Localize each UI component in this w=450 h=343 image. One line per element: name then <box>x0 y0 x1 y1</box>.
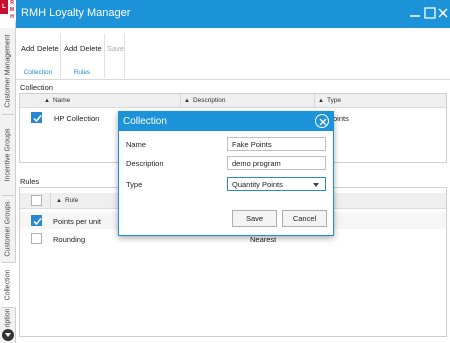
logo-letter-h: H <box>8 14 16 21</box>
cell-rule: Points per unit <box>53 217 101 226</box>
tab-label: Customer Management <box>4 34 12 108</box>
column-header-label: Description <box>192 97 226 104</box>
logo-letter-m: M <box>8 7 16 14</box>
delete-collection-button[interactable]: Delete <box>37 44 59 53</box>
cell-type: oints <box>333 114 349 123</box>
collection-section-title: Collection <box>20 83 53 92</box>
tab-description[interactable]: ription <box>0 308 16 328</box>
logo-letter-l: L <box>0 0 8 14</box>
close-window-button[interactable] <box>437 6 449 20</box>
column-header-label: Name <box>52 97 71 104</box>
ribbon-toolbar: Add Delete Collection Add Delete Rules S… <box>16 28 450 80</box>
select-all-checkbox[interactable] <box>31 195 42 206</box>
tab-label: Customer Groups <box>4 201 12 257</box>
dialog-close-button[interactable] <box>315 114 329 128</box>
dialog-save-button[interactable]: Save <box>232 210 277 227</box>
type-select[interactable]: Quantity Points <box>227 177 326 191</box>
tab-customer-management[interactable]: Customer Management <box>0 28 16 114</box>
tab-collection[interactable]: Collection <box>0 263 17 307</box>
save-button[interactable]: Save <box>107 44 124 53</box>
cell-name: HP Collection <box>54 114 100 123</box>
tab-label: ription <box>4 308 12 328</box>
column-header-name[interactable]: ▲ Name <box>44 97 70 104</box>
logo-letter-r: R <box>8 0 16 7</box>
minimize-icon <box>410 15 420 17</box>
delete-rule-button[interactable]: Delete <box>80 44 102 53</box>
type-select-value: Quantity Points <box>232 180 283 189</box>
row-checkbox[interactable] <box>31 215 42 226</box>
ribbon-group-rules-label: Rules <box>73 69 91 76</box>
tab-label: Incentive Groups <box>4 128 12 182</box>
column-header-rule[interactable]: ▲ Rule <box>56 197 78 204</box>
cell-value: Nearest <box>250 235 277 244</box>
sidebar-tabs: Customer Management Incentive Groups Cus… <box>0 28 17 343</box>
column-header-type[interactable]: ▲ Type <box>318 97 341 104</box>
tab-label: Collection <box>4 269 12 301</box>
name-field[interactable]: Fake Points <box>227 137 326 151</box>
tab-incentive-groups[interactable]: Incentive Groups <box>0 115 16 195</box>
close-icon <box>438 8 448 18</box>
collection-dialog: Collection Name Fake Points Description … <box>118 111 334 236</box>
maximize-icon <box>424 7 436 19</box>
cell-rule: Rounding <box>53 235 86 244</box>
app-logo: L R M H <box>0 0 16 28</box>
description-label: Description <box>126 159 164 168</box>
checkmark-icon <box>33 218 42 226</box>
column-header-label: Type <box>326 97 342 104</box>
add-rule-button[interactable]: Add <box>64 44 77 53</box>
minimize-button[interactable] <box>408 6 422 20</box>
rules-section-title: Rules <box>20 177 40 186</box>
scroll-tabs-down-icon[interactable] <box>2 329 14 341</box>
type-label: Type <box>126 180 143 189</box>
row-checkbox[interactable] <box>31 233 42 244</box>
ribbon-group-collection-label: Collection <box>23 69 53 76</box>
column-header-label: Rule <box>64 197 79 204</box>
title-bar: L R M H RMH Loyalty Manager <box>0 0 450 28</box>
tab-customer-groups[interactable]: Customer Groups <box>0 196 16 262</box>
checkmark-icon <box>33 115 42 123</box>
dialog-title: Collection <box>123 116 167 127</box>
chevron-down-icon <box>313 183 319 187</box>
maximize-button[interactable] <box>423 6 437 20</box>
dialog-cancel-button[interactable]: Cancel <box>282 210 327 227</box>
app-title: RMH Loyalty Manager <box>21 7 131 19</box>
collection-grid-header: ▲ Name ▲ Description ▲ Type <box>20 94 446 108</box>
close-icon <box>319 118 327 126</box>
row-checkbox[interactable] <box>31 112 42 123</box>
dialog-header: Collection <box>119 112 333 131</box>
name-label: Name <box>126 140 147 149</box>
column-header-description[interactable]: ▲ Description <box>184 97 225 104</box>
add-collection-button[interactable]: Add <box>21 44 34 53</box>
description-field[interactable]: demo program <box>227 156 326 170</box>
